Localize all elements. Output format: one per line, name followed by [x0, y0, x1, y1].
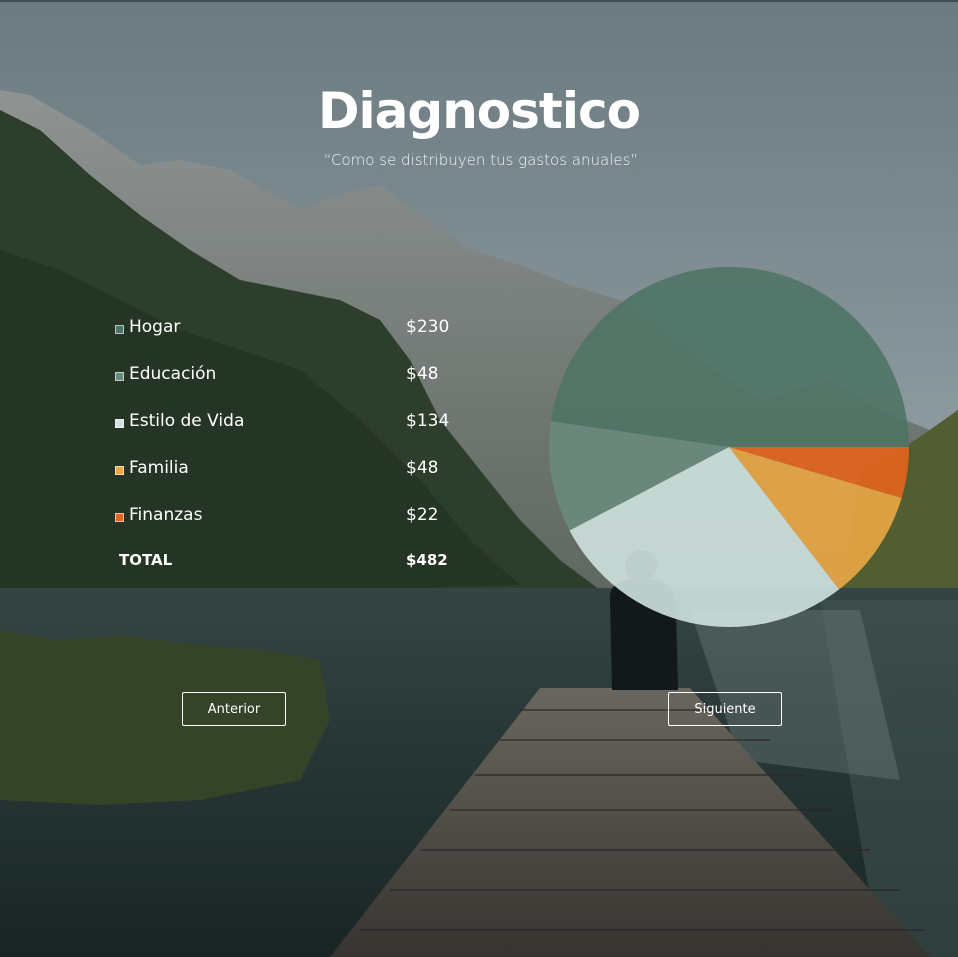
page-title: Diagnostico [318, 82, 641, 140]
legend-swatch [115, 466, 124, 475]
legend-item-educacion: Educación $48 [114, 363, 474, 410]
total-amount: $482 [406, 551, 448, 569]
legend-item-familia: Familia $48 [114, 457, 474, 504]
expense-pie-chart [549, 266, 909, 627]
legend-label: Hogar [129, 317, 181, 337]
legend-amount: $48 [406, 458, 439, 478]
legend-label: Educación [129, 364, 217, 384]
legend-swatch [115, 419, 124, 428]
legend-item-finanzas: Finanzas $22 [114, 504, 474, 551]
legend-item-estilo-de-vida: Estilo de Vida $134 [114, 410, 474, 457]
legend-swatch [115, 513, 124, 522]
legend-swatch [115, 372, 124, 381]
top-border [0, 0, 958, 2]
legend-amount: $230 [406, 317, 450, 337]
legend-amount: $134 [406, 411, 450, 431]
legend-item-hogar: Hogar $230 [114, 316, 474, 363]
legend-label: Finanzas [129, 505, 203, 525]
legend-swatch [115, 325, 124, 334]
legend-total-row: TOTAL $482 [114, 550, 474, 580]
legend-amount: $22 [406, 505, 439, 525]
next-button[interactable]: Siguiente [668, 692, 782, 726]
legend-amount: $48 [406, 364, 439, 384]
legend-label: Familia [129, 458, 189, 478]
previous-button[interactable]: Anterior [182, 692, 286, 726]
expense-legend: Hogar $230 Educación $48 Estilo de Vida … [114, 316, 474, 580]
page-subtitle: “Como se distribuyen tus gastos anuales” [323, 151, 639, 169]
legend-label: Estilo de Vida [129, 411, 245, 431]
pie-slice-hogar [550, 266, 909, 447]
total-label: TOTAL [119, 551, 173, 569]
